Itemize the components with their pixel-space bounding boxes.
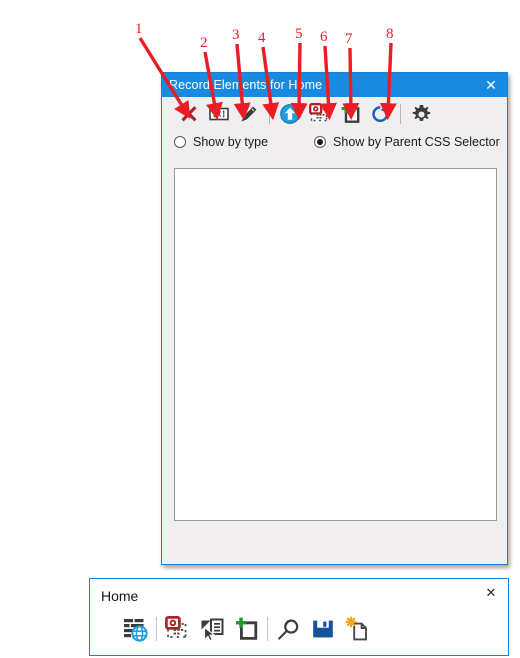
delete-element-button[interactable] — [174, 99, 204, 129]
annotation-number-1: 1 — [135, 21, 143, 37]
home-toolbar-separator-2 — [267, 617, 268, 641]
annotation-number-7: 7 — [345, 31, 353, 47]
close-icon[interactable]: ✕ — [482, 76, 500, 94]
record-region-icon — [309, 103, 331, 125]
textbox-icon — [208, 105, 230, 123]
record-dialog-titlebar[interactable]: Record Elements for Home ✕ — [162, 73, 507, 97]
home-toolbar-separator-1 — [156, 617, 157, 641]
refresh-button[interactable] — [365, 99, 395, 129]
magnifier-icon — [276, 616, 302, 642]
toolbar-separator-1 — [269, 104, 270, 124]
save-button[interactable] — [306, 612, 340, 646]
radio-icon-unselected — [174, 136, 186, 148]
record-region-button[interactable] — [161, 612, 195, 646]
home-window-title: Home — [101, 588, 139, 604]
floppy-disk-icon — [311, 617, 335, 641]
cursor-list-icon — [199, 616, 225, 642]
blue-circle-up-arrow-icon — [279, 103, 301, 125]
annotation-number-5: 5 — [295, 26, 303, 42]
radio-show-by-type-label: Show by type — [193, 135, 269, 149]
record-dialog-title: Record Elements for Home — [169, 78, 323, 92]
gear-icon — [411, 104, 432, 125]
element-list[interactable] — [174, 168, 497, 521]
edit-element-button[interactable] — [234, 99, 264, 129]
new-document-button[interactable] — [340, 612, 374, 646]
radio-show-by-type[interactable]: Show by type — [174, 135, 268, 149]
inspect-button[interactable] — [272, 612, 306, 646]
add-page-plus-icon — [233, 616, 259, 642]
record-region-icon — [165, 616, 191, 642]
add-element-button[interactable] — [335, 99, 365, 129]
record-element-button[interactable] — [305, 99, 335, 129]
home-window-toolbar — [118, 611, 374, 647]
red-x-icon — [179, 104, 199, 124]
radio-show-by-parent-css-selector-label: Show by Parent CSS Selector — [333, 135, 500, 149]
close-icon[interactable]: ✕ — [484, 585, 498, 600]
radio-show-by-parent-css-selector[interactable]: Show by Parent CSS Selector — [314, 135, 500, 149]
pencil-icon — [239, 104, 259, 124]
toolbar-separator-2 — [400, 104, 401, 124]
annotation-number-2: 2 — [200, 35, 208, 51]
page-globe-button[interactable] — [118, 612, 152, 646]
new-document-sparkle-icon — [344, 616, 370, 642]
annotation-number-4: 4 — [258, 30, 266, 46]
radio-icon-selected — [314, 136, 327, 148]
view-options-group: Show by type Show by Parent CSS Selector — [162, 131, 507, 153]
record-dialog-toolbar — [162, 97, 507, 131]
home-toolbar-window: Home ✕ — [89, 578, 509, 656]
annotation-number-8: 8 — [386, 26, 394, 42]
add-page-button[interactable] — [229, 612, 263, 646]
add-page-plus-icon — [339, 103, 361, 125]
record-elements-dialog: Record Elements for Home ✕ Show by type … — [161, 72, 508, 565]
move-up-button[interactable] — [275, 99, 305, 129]
page-globe-icon — [122, 616, 148, 642]
select-element-button[interactable] — [195, 612, 229, 646]
rename-element-button[interactable] — [204, 99, 234, 129]
blue-refresh-icon — [370, 104, 390, 124]
annotation-number-3: 3 — [232, 27, 240, 43]
annotation-number-6: 6 — [320, 29, 328, 45]
settings-button[interactable] — [406, 99, 436, 129]
